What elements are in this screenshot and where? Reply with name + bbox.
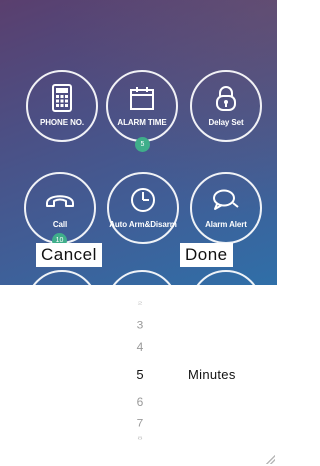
- tile-label: Auto Arm&Disarm: [109, 220, 177, 229]
- alarm-alert-tile[interactable]: Alarm Alert: [190, 172, 262, 244]
- hidden-tile: [190, 270, 262, 285]
- cancel-button[interactable]: Cancel: [36, 243, 102, 267]
- alarm-time-tile[interactable]: ALARM TIME: [106, 70, 178, 142]
- lock-icon: [210, 82, 242, 114]
- picker-option[interactable]: 2: [132, 300, 148, 308]
- tile-label: PHONE NO.: [40, 118, 84, 127]
- delay-set-tile[interactable]: Delay Set: [190, 70, 262, 142]
- phone-number-tile[interactable]: PHONE NO.: [26, 70, 98, 142]
- tile-label: Call: [52, 220, 68, 229]
- picker-selected-value[interactable]: 5: [132, 367, 148, 382]
- picker-option[interactable]: 4: [132, 340, 148, 354]
- handset-icon: [44, 184, 76, 216]
- calendar-icon: [126, 82, 158, 114]
- clock-icon: [127, 184, 159, 216]
- done-button[interactable]: Done: [180, 243, 233, 267]
- minutes-picker[interactable]: 2 3 4 5 Minutes 6 7 8: [0, 285, 277, 466]
- phone-book-icon: [46, 82, 78, 114]
- hidden-tile: [26, 270, 98, 285]
- picker-unit-label: Minutes: [188, 367, 236, 382]
- picker-option[interactable]: 3: [132, 319, 148, 332]
- picker-option[interactable]: 7: [132, 417, 148, 430]
- auto-arm-disarm-tile[interactable]: Auto Arm&Disarm: [107, 172, 179, 244]
- tile-label: Alarm Alert: [205, 220, 247, 229]
- tile-label: ALARM TIME: [117, 118, 167, 127]
- hidden-tile: [106, 270, 178, 285]
- picker-option[interactable]: 8: [132, 435, 148, 443]
- tile-label: Delay Set: [208, 118, 244, 127]
- chat-bubble-icon: [210, 184, 242, 216]
- picker-option[interactable]: 6: [132, 395, 148, 409]
- alarm-time-badge: 5: [135, 137, 150, 152]
- resize-grip[interactable]: [266, 455, 275, 464]
